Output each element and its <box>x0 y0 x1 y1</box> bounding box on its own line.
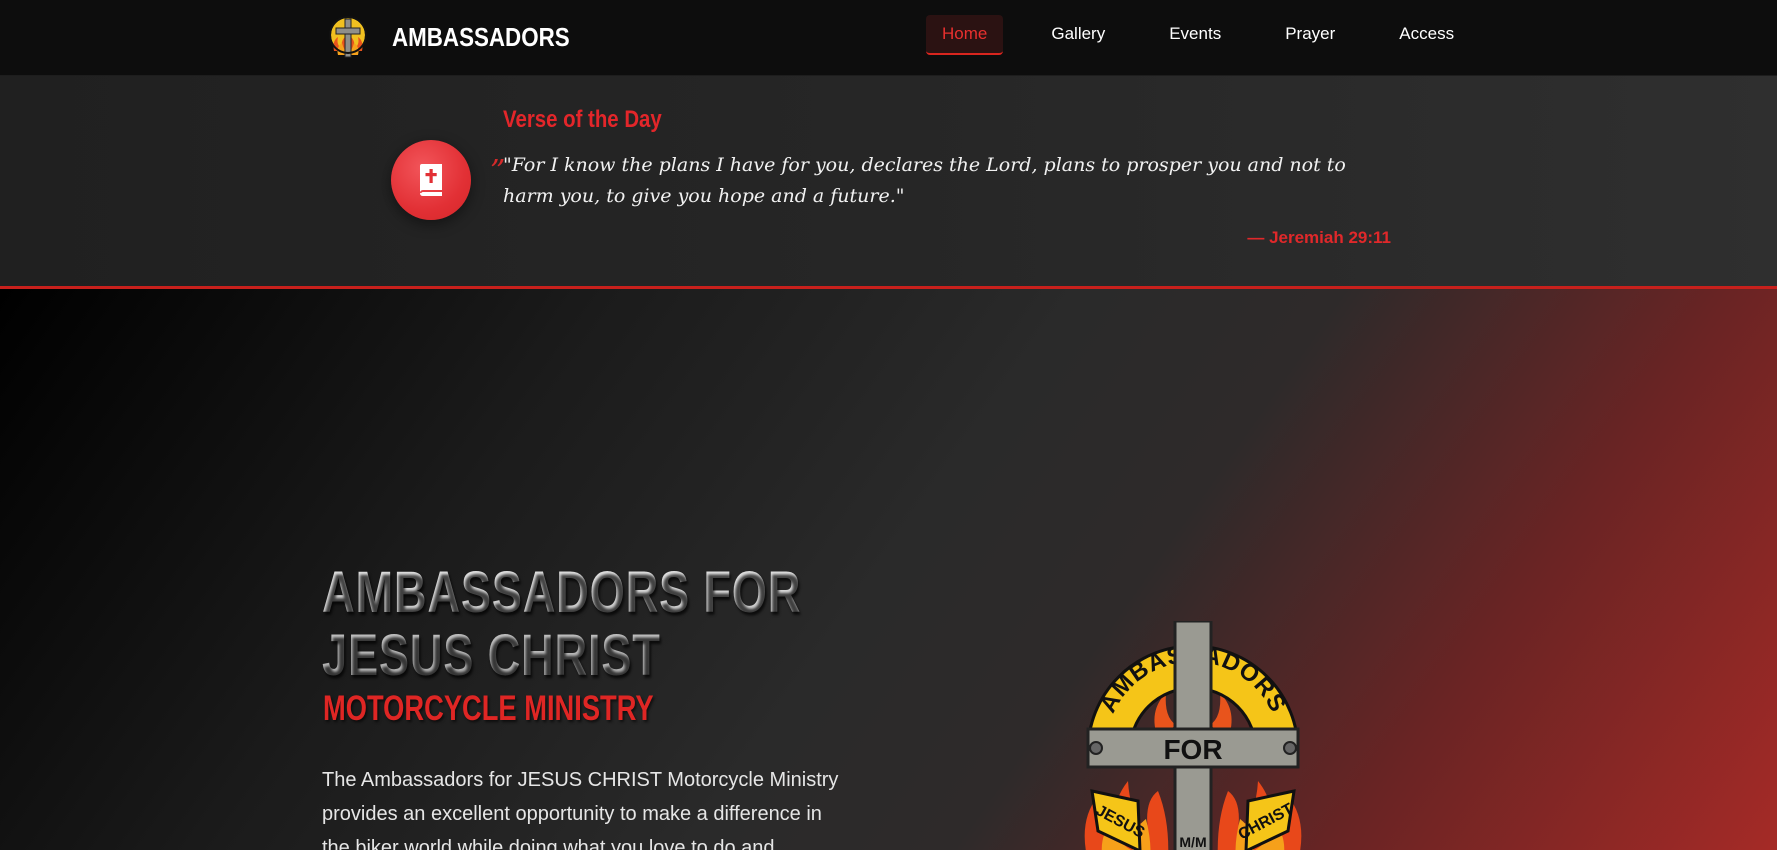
navbar: AMBASSADORS Home Gallery Events Prayer A… <box>0 0 1777 76</box>
emblem-bottom-text: M/M <box>1179 834 1206 850</box>
bible-icon <box>391 140 471 220</box>
emblem-center-text: FOR <box>1163 734 1222 765</box>
nav-prayer[interactable]: Prayer <box>1269 15 1351 55</box>
nav-gallery[interactable]: Gallery <box>1035 15 1121 55</box>
hero-title-line-1: AMBASSADORS FOR <box>322 560 802 625</box>
nav-events[interactable]: Events <box>1153 15 1237 55</box>
verse-reference: — Jeremiah 29:11 <box>1247 228 1391 247</box>
hero-section: AMBASSADORS FOR JESUS CHRIST MOTORCYCLE … <box>0 289 1777 850</box>
hero-description: The Ambassadors for JESUS CHRIST Motorcy… <box>322 769 839 850</box>
verse-text: "For I know the plans I have for you, de… <box>503 154 1346 207</box>
brand-name: AMBASSADORS <box>392 21 570 52</box>
brand[interactable]: AMBASSADORS <box>322 11 599 63</box>
hero-title-line-2: JESUS CHRIST <box>322 623 661 688</box>
ministry-logo-small <box>329 16 367 58</box>
ministry-emblem: AMBASSADORS JESUS CHRIST FOR M/M <box>1084 621 1302 850</box>
nav-home[interactable]: Home <box>926 15 1004 55</box>
hero-title: AMBASSADORS FOR JESUS CHRIST <box>322 561 801 687</box>
main-nav: Home Gallery Events Prayer Access <box>926 15 1502 55</box>
hero-subtitle: MOTORCYCLE MINISTRY <box>323 689 654 728</box>
nav-access[interactable]: Access <box>1383 15 1470 55</box>
verse-heading: Verse of the Day <box>503 106 662 133</box>
